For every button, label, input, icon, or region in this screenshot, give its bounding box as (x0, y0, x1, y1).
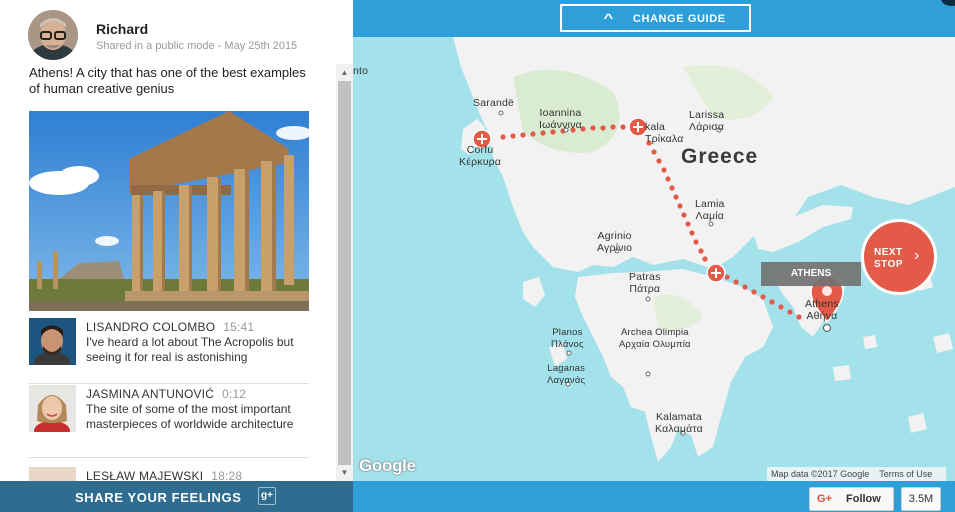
next-stop-button[interactable]: NEXT STOP › (861, 219, 937, 295)
guide-panel: ^CHANGE GUIDE^ (353, 0, 955, 512)
comment-text: I've heard a lot about The Acropolis but… (86, 335, 294, 364)
city-label-ioannina: Ioannina Ιωάννινα (539, 107, 582, 131)
map-attribution: Map data ©2017 Google Terms of Use (767, 467, 947, 481)
post-meta: Shared in a public mode - May 25th 2015 (96, 40, 298, 52)
post-photo-temple[interactable] (29, 111, 309, 311)
city-label-corfu: Corfu Κέρκυρα (459, 144, 502, 168)
comment-time: 15:41 (223, 320, 255, 334)
city-label-sarande: Sarandë (473, 97, 515, 109)
comment-time: 18:28 (211, 469, 243, 481)
city-label-patras: Patras Πάτρα (629, 271, 661, 295)
commenter-name[interactable]: LESŁAW MAJEWSKI 18:28 (86, 469, 242, 481)
share-feelings-button[interactable]: SHARE YOUR FEELINGS g+ (0, 481, 353, 512)
scroll-down-arrow-icon[interactable]: ▼ (336, 464, 353, 481)
author-avatar[interactable] (28, 10, 78, 60)
commenter-name[interactable]: LISANDRO COLOMBO 15:41 (86, 320, 254, 334)
route-map[interactable]: nto Sarandë Ioannina Ιωάννινα Larissa Λάρι… (353, 37, 955, 481)
comment-time: 0:12 (222, 387, 247, 401)
commenter-avatar[interactable] (29, 467, 76, 481)
comment-item: JASMINA ANTUNOVIĆ 0:12 The site of some o… (29, 385, 309, 458)
city-label-archea-olimpia: Archea Olimpia Αρχαία Ολυμπία (619, 327, 691, 350)
city-label-athens: Athens Αθήνα (805, 298, 839, 322)
change-guide-label: CHANGE GUIDE (632, 13, 726, 25)
scrollbar-thumb[interactable] (338, 81, 351, 465)
commenter-name[interactable]: JASMINA ANTUNOVIĆ 0:12 (86, 387, 246, 401)
close-icon[interactable] (941, 0, 955, 6)
country-label: Greece (681, 145, 759, 168)
google-plus-icon: G+ (817, 493, 832, 505)
feed-scrollbar[interactable]: ▲ ▼ (336, 64, 353, 481)
city-label-lamia: Lamia Λαμία (695, 198, 725, 222)
post-panel: Richard Shared in a public mode - May 25… (0, 0, 353, 481)
city-label-planos: Planos Πλάνος (551, 327, 584, 350)
city-label-trikala: kala Τρίκαλα (645, 121, 684, 145)
post-author: Richard Shared in a public mode - May 25… (28, 10, 348, 62)
chevron-right-icon: › (914, 247, 920, 264)
comment-item: LISANDRO COLOMBO 15:41 I've heard a lot a… (29, 318, 309, 384)
comment-item: LESŁAW MAJEWSKI 18:28 (29, 467, 309, 481)
city-label-larissa: Larissa Λάρισα (689, 109, 725, 133)
chevron-up-icon: ^ (603, 11, 615, 25)
author-name[interactable]: Richard (96, 21, 148, 37)
city-label-laganas: Laganas Λαγανάς (547, 363, 586, 386)
map-data-credit: Map data ©2017 Google (771, 469, 870, 479)
google-plus-follow-widget: G+ Follow 3.5M (809, 487, 941, 511)
follow-label: Follow (846, 493, 881, 505)
comment-text: The site of some of the most important m… (86, 402, 294, 431)
commenter-avatar[interactable] (29, 385, 76, 432)
terms-of-use-link[interactable]: Terms of Use (879, 469, 932, 479)
next-stop-label: NEXT STOP (874, 247, 904, 270)
change-guide-button[interactable]: ^CHANGE GUIDE^ (560, 4, 751, 50)
route-stop-marker[interactable] (706, 263, 726, 283)
city-label-kalamata: Kalamata Καλαμάτα (655, 411, 703, 435)
map-label-partial: nto (353, 65, 369, 77)
post-text: Athens! A city that has one of the best … (29, 65, 306, 96)
scroll-up-arrow-icon[interactable]: ▲ (336, 64, 353, 81)
current-stop-label: ATHENS (761, 262, 861, 286)
google-plus-icon[interactable]: g+ (258, 487, 276, 505)
share-label: SHARE YOUR FEELINGS (75, 490, 242, 505)
post-feed[interactable]: Athens! A city that has one of the best … (0, 64, 336, 481)
commenter-avatar[interactable] (29, 318, 76, 365)
google-logo[interactable]: Google (359, 456, 416, 476)
city-label-agrinio: Agrinio Αγρίνιο (597, 230, 633, 254)
follower-count: 3.5M (901, 487, 941, 511)
follow-button[interactable]: G+ Follow (809, 487, 894, 511)
